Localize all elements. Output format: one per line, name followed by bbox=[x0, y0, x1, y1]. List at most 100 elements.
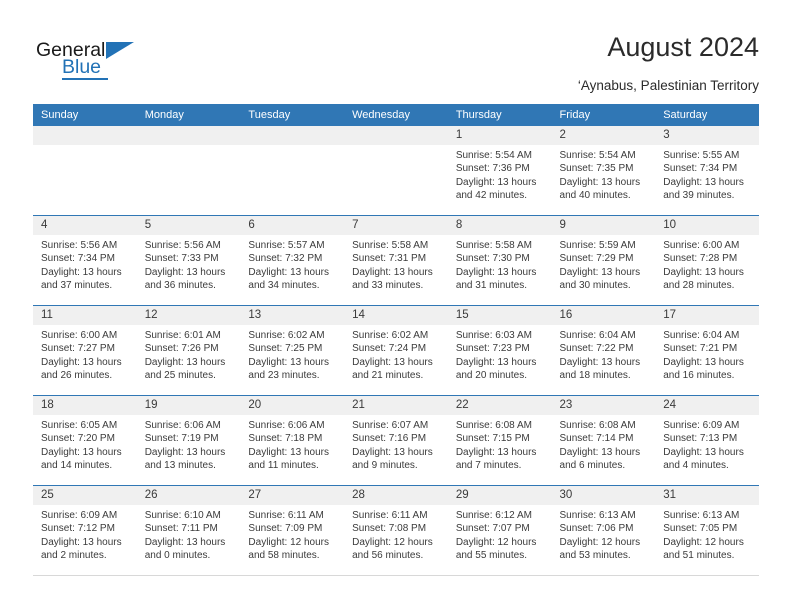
day-sun-info: Sunrise: 6:06 AM Sunset: 7:19 PM Daylight:… bbox=[137, 415, 241, 473]
day-sun-info: Sunrise: 6:10 AM Sunset: 7:11 PM Daylight:… bbox=[137, 505, 241, 563]
day-info-line: and 55 minutes. bbox=[455, 550, 527, 562]
day-number bbox=[33, 126, 137, 145]
calendar-day-cell[interactable]: 26 Sunrise: 6:10 AM Sunset: 7:11 PM Dayligh… bbox=[136, 486, 241, 575]
calendar-day-cell[interactable]: 3 Sunrise: 5:55 AM Sunset: 7:34 PM Daylight… bbox=[655, 126, 759, 215]
calendar-day-cell[interactable]: 4 Sunrise: 5:56 AM Sunset: 7:34 PM Daylight… bbox=[33, 216, 137, 305]
page-subtitle: ‘Aynabus, Palestinian Territory bbox=[577, 78, 759, 93]
day-number bbox=[344, 126, 448, 145]
day-info-line: Sunrise: 5:57 AM bbox=[248, 240, 325, 251]
day-info-line: Daylight: 13 hours bbox=[455, 176, 537, 188]
day-sun-info: Sunrise: 5:58 AM Sunset: 7:30 PM Daylight:… bbox=[448, 235, 552, 293]
day-info-line: Sunset: 7:12 PM bbox=[41, 523, 115, 535]
day-info-line: Sunset: 7:08 PM bbox=[352, 523, 427, 535]
day-info-line: and 28 minutes. bbox=[663, 280, 735, 292]
day-info-line: Sunset: 7:36 PM bbox=[455, 163, 530, 175]
day-number bbox=[136, 126, 241, 145]
day-sun-info: Sunrise: 6:08 AM Sunset: 7:15 PM Daylight:… bbox=[448, 415, 552, 473]
day-sun-info: Sunrise: 5:59 AM Sunset: 7:29 PM Daylight:… bbox=[552, 235, 656, 293]
calendar-day-cell[interactable]: 22 Sunrise: 6:08 AM Sunset: 7:15 PM Dayligh… bbox=[447, 396, 552, 485]
calendar-day-cell[interactable]: 29 Sunrise: 6:12 AM Sunset: 7:07 PM Dayligh… bbox=[447, 486, 552, 575]
day-info-line: Daylight: 13 hours bbox=[559, 266, 641, 278]
calendar-week-row: 11 Sunrise: 6:00 AM Sunset: 7:27 PM Dayligh… bbox=[33, 305, 759, 396]
day-sun-info: Sunrise: 6:02 AM Sunset: 7:25 PM Daylight:… bbox=[240, 325, 344, 383]
day-sun-info: Sunrise: 6:02 AM Sunset: 7:24 PM Daylight:… bbox=[344, 325, 448, 383]
day-info-line: Sunset: 7:24 PM bbox=[352, 343, 427, 355]
day-info-line: and 51 minutes. bbox=[663, 550, 735, 562]
logo-triangle-icon bbox=[106, 42, 134, 59]
day-info-line: Sunset: 7:15 PM bbox=[455, 433, 530, 445]
day-number: 27 bbox=[240, 486, 345, 505]
day-info-line: Daylight: 13 hours bbox=[144, 536, 226, 548]
day-info-line: Sunrise: 5:58 AM bbox=[455, 240, 532, 251]
calendar-day-cell[interactable]: 30 Sunrise: 6:13 AM Sunset: 7:06 PM Dayligh… bbox=[551, 486, 656, 575]
day-info-line: Daylight: 13 hours bbox=[352, 356, 433, 368]
calendar-day-cell[interactable]: 23 Sunrise: 6:08 AM Sunset: 7:14 PM Dayligh… bbox=[551, 396, 656, 485]
day-sun-info: Sunrise: 6:12 AM Sunset: 7:07 PM Daylight:… bbox=[448, 505, 552, 563]
day-number: 21 bbox=[344, 396, 448, 415]
day-info-line: and 18 minutes. bbox=[559, 370, 631, 382]
calendar-day-cell[interactable]: 19 Sunrise: 6:06 AM Sunset: 7:19 PM Dayligh… bbox=[136, 396, 241, 485]
calendar-day-cell[interactable]: 28 Sunrise: 6:11 AM Sunset: 7:08 PM Dayligh… bbox=[344, 486, 448, 575]
day-sun-info: Sunrise: 5:54 AM Sunset: 7:36 PM Daylight:… bbox=[448, 145, 552, 203]
day-info-line: Daylight: 12 hours bbox=[248, 536, 330, 548]
calendar-day-cell[interactable]: 16 Sunrise: 6:04 AM Sunset: 7:22 PM Dayligh… bbox=[551, 306, 656, 395]
day-number: 25 bbox=[33, 486, 137, 505]
weekday-header-wednesday: Wednesday bbox=[344, 104, 448, 126]
general-blue-logo[interactable]: General Blue bbox=[36, 40, 156, 84]
calendar-day-cell[interactable]: 31 Sunrise: 6:13 AM Sunset: 7:05 PM Dayligh… bbox=[655, 486, 759, 575]
calendar-day-cell[interactable]: 10 Sunrise: 6:00 AM Sunset: 7:28 PM Dayligh… bbox=[655, 216, 759, 305]
day-info-line: Sunrise: 6:08 AM bbox=[559, 420, 636, 431]
day-info-line: and 13 minutes. bbox=[144, 460, 216, 472]
day-sun-info: Sunrise: 6:00 AM Sunset: 7:27 PM Daylight:… bbox=[33, 325, 137, 383]
day-info-line: Daylight: 12 hours bbox=[559, 536, 641, 548]
day-number: 16 bbox=[551, 306, 656, 325]
calendar-day-cell[interactable]: 8 Sunrise: 5:58 AM Sunset: 7:30 PM Daylight… bbox=[447, 216, 552, 305]
day-info-line: Daylight: 13 hours bbox=[559, 446, 641, 458]
day-sun-info: Sunrise: 6:11 AM Sunset: 7:08 PM Daylight:… bbox=[344, 505, 448, 563]
calendar-day-cell[interactable]: 5 Sunrise: 5:56 AM Sunset: 7:33 PM Daylight… bbox=[136, 216, 241, 305]
calendar-day-cell[interactable]: 9 Sunrise: 5:59 AM Sunset: 7:29 PM Daylight… bbox=[551, 216, 656, 305]
day-info-line: Daylight: 13 hours bbox=[663, 446, 744, 458]
calendar-day-cell[interactable]: 13 Sunrise: 6:02 AM Sunset: 7:25 PM Dayligh… bbox=[240, 306, 345, 395]
day-info-line: and 33 minutes. bbox=[352, 280, 424, 292]
day-info-line: and 37 minutes. bbox=[41, 280, 113, 292]
logo-underline bbox=[62, 78, 108, 80]
calendar-day-cell[interactable]: 24 Sunrise: 6:09 AM Sunset: 7:13 PM Dayligh… bbox=[655, 396, 759, 485]
day-sun-info: Sunrise: 6:04 AM Sunset: 7:22 PM Daylight:… bbox=[552, 325, 656, 383]
calendar-day-cell[interactable]: 1 Sunrise: 5:54 AM Sunset: 7:36 PM Daylight… bbox=[447, 126, 552, 215]
calendar-day-cell[interactable]: 27 Sunrise: 6:11 AM Sunset: 7:09 PM Dayligh… bbox=[240, 486, 345, 575]
calendar-day-cell[interactable]: 7 Sunrise: 5:58 AM Sunset: 7:31 PM Daylight… bbox=[344, 216, 448, 305]
day-info-line: Sunset: 7:28 PM bbox=[663, 253, 738, 265]
calendar-day-cell[interactable]: 14 Sunrise: 6:02 AM Sunset: 7:24 PM Dayligh… bbox=[344, 306, 448, 395]
calendar-day-cell[interactable]: 25 Sunrise: 6:09 AM Sunset: 7:12 PM Dayligh… bbox=[33, 486, 137, 575]
day-info-line: and 11 minutes. bbox=[248, 460, 319, 472]
day-info-line: Sunrise: 5:55 AM bbox=[663, 150, 740, 161]
day-info-line: Sunset: 7:18 PM bbox=[248, 433, 323, 445]
day-info-line: Sunset: 7:05 PM bbox=[663, 523, 738, 535]
day-info-line: Daylight: 13 hours bbox=[663, 266, 744, 278]
day-number bbox=[240, 126, 345, 145]
day-info-line: Sunset: 7:07 PM bbox=[455, 523, 530, 535]
day-info-line: Sunset: 7:06 PM bbox=[559, 523, 634, 535]
day-number: 26 bbox=[136, 486, 241, 505]
calendar-day-cell[interactable]: 6 Sunrise: 5:57 AM Sunset: 7:32 PM Daylight… bbox=[240, 216, 345, 305]
calendar-week-row: 1 Sunrise: 5:54 AM Sunset: 7:36 PM Daylight… bbox=[33, 126, 759, 216]
day-info-line: and 23 minutes. bbox=[248, 370, 320, 382]
calendar-day-cell[interactable]: 11 Sunrise: 6:00 AM Sunset: 7:27 PM Dayligh… bbox=[33, 306, 137, 395]
day-info-line: and 39 minutes. bbox=[663, 190, 735, 202]
calendar-day-cell[interactable]: 17 Sunrise: 6:04 AM Sunset: 7:21 PM Dayligh… bbox=[655, 306, 759, 395]
calendar-day-cell[interactable]: 15 Sunrise: 6:03 AM Sunset: 7:23 PM Dayligh… bbox=[447, 306, 552, 395]
day-number: 15 bbox=[447, 306, 552, 325]
day-sun-info: Sunrise: 6:01 AM Sunset: 7:26 PM Daylight:… bbox=[137, 325, 241, 383]
calendar-day-cell[interactable]: 12 Sunrise: 6:01 AM Sunset: 7:26 PM Dayligh… bbox=[136, 306, 241, 395]
calendar-day-cell[interactable]: 20 Sunrise: 6:06 AM Sunset: 7:18 PM Dayligh… bbox=[240, 396, 345, 485]
calendar-day-cell[interactable]: 18 Sunrise: 6:05 AM Sunset: 7:20 PM Dayligh… bbox=[33, 396, 137, 485]
day-info-line: Sunset: 7:34 PM bbox=[41, 253, 115, 265]
day-info-line: Sunset: 7:34 PM bbox=[663, 163, 738, 175]
day-info-line: Sunset: 7:16 PM bbox=[352, 433, 427, 445]
calendar-day-cell[interactable]: 2 Sunrise: 5:54 AM Sunset: 7:35 PM Daylight… bbox=[551, 126, 656, 215]
calendar-table: Sunday Monday Tuesday Wednesday Thursday Frid… bbox=[33, 104, 759, 576]
calendar-day-cell[interactable]: 21 Sunrise: 6:07 AM Sunset: 7:16 PM Dayligh… bbox=[344, 396, 448, 485]
day-info-line: and 58 minutes. bbox=[248, 550, 320, 562]
day-sun-info: Sunrise: 6:04 AM Sunset: 7:21 PM Daylight:… bbox=[655, 325, 759, 383]
